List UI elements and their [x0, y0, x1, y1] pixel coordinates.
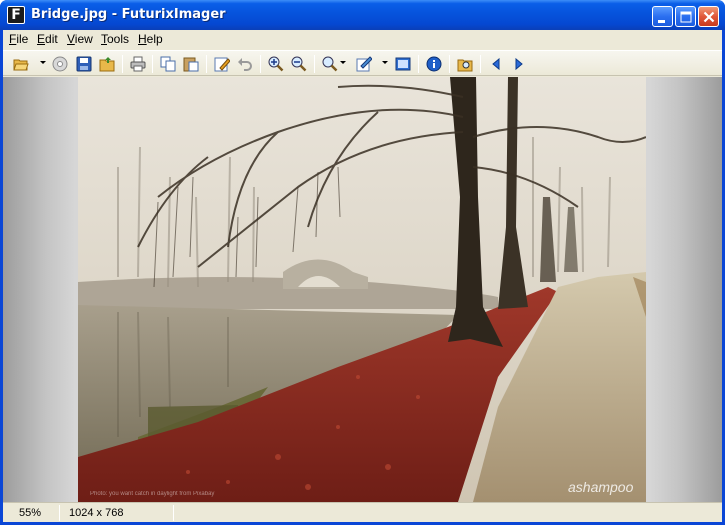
- undo-icon: [238, 58, 252, 71]
- close-button[interactable]: [698, 6, 719, 27]
- acquire-button[interactable]: [50, 54, 70, 74]
- menu-view[interactable]: View: [64, 32, 96, 47]
- scan-icon: [52, 56, 68, 72]
- zoom-dropdown-icon[interactable]: [340, 60, 346, 66]
- menu-bar: File Edit View Tools Help: [3, 30, 722, 49]
- zoom-menu-button[interactable]: [320, 54, 340, 74]
- window-client-area: File Edit View Tools Help ashampoo Photo…: [3, 30, 722, 522]
- zoom-in-button[interactable]: [266, 54, 286, 74]
- toolbar-separator: [260, 55, 261, 73]
- maximize-icon: [680, 11, 692, 23]
- zoom-out-button[interactable]: [289, 54, 309, 74]
- toolbar-separator: [418, 55, 419, 73]
- edit-button[interactable]: [212, 54, 232, 74]
- menu-help[interactable]: Help: [135, 32, 166, 47]
- zoom-level: 55%: [19, 507, 42, 519]
- bridge-photo: ashampoo Photo: you want catch in daylig…: [78, 77, 646, 502]
- undo-button[interactable]: [235, 54, 255, 74]
- toolbar-separator: [122, 55, 123, 73]
- next-button[interactable]: [509, 54, 529, 74]
- toolbar: [3, 50, 722, 76]
- minimize-icon: [658, 20, 665, 23]
- print-button[interactable]: [128, 54, 148, 74]
- toolbar-separator: [449, 55, 450, 73]
- menu-edit[interactable]: Edit: [34, 32, 61, 47]
- info-icon: [426, 56, 442, 72]
- zoom-out-icon: [291, 56, 307, 72]
- image-dimensions: 1024 x 768: [69, 507, 124, 519]
- window-title: Bridge.jpg - FuturixImager: [31, 7, 226, 22]
- copy-button[interactable]: [158, 54, 178, 74]
- close-icon: [703, 11, 715, 23]
- save-button[interactable]: [74, 54, 94, 74]
- adjust-button[interactable]: [354, 54, 374, 74]
- title-bar[interactable]: F Bridge.jpg - FuturixImager: [0, 0, 725, 30]
- image-viewport[interactable]: ashampoo Photo: you want catch in daylig…: [3, 77, 722, 502]
- fullscreen-icon: [395, 57, 411, 71]
- menu-file-label: ile: [16, 32, 29, 46]
- find-button[interactable]: [455, 54, 475, 74]
- open-folder-icon: [13, 59, 29, 71]
- app-window: F Bridge.jpg - FuturixImager File Edit V…: [0, 0, 725, 525]
- toolbar-separator: [480, 55, 481, 73]
- find-icon: [457, 59, 473, 72]
- menu-view-accel: V: [67, 32, 75, 46]
- image-watermark: ashampoo: [568, 479, 634, 495]
- image-caption: Photo: you want catch in daylight from P…: [90, 491, 214, 497]
- previous-button[interactable]: [486, 54, 506, 74]
- paste-icon: [183, 57, 199, 72]
- toolbar-separator: [314, 55, 315, 73]
- app-icon[interactable]: F: [7, 6, 25, 24]
- info-button[interactable]: [424, 54, 444, 74]
- status-bar: 55% 1024 x 768: [3, 502, 722, 522]
- displayed-image[interactable]: ashampoo Photo: you want catch in daylig…: [78, 77, 646, 502]
- toolbar-separator: [152, 55, 153, 73]
- minimize-button[interactable]: [652, 6, 673, 27]
- menu-tools-label: ools: [107, 32, 130, 46]
- adjust-icon: [356, 56, 372, 72]
- open-dropdown-icon[interactable]: [40, 60, 46, 66]
- menu-tools[interactable]: Tools: [98, 32, 132, 47]
- open-button[interactable]: [11, 54, 31, 74]
- toolbar-separator: [206, 55, 207, 73]
- status-separator: [173, 505, 174, 521]
- copy-icon: [160, 56, 176, 72]
- browse-button[interactable]: [97, 54, 117, 74]
- previous-icon: [492, 57, 500, 71]
- menu-file[interactable]: File: [6, 32, 31, 47]
- print-icon: [130, 56, 146, 72]
- fullscreen-button[interactable]: [393, 54, 413, 74]
- menu-edit-accel: E: [37, 32, 46, 46]
- menu-view-label: iew: [74, 32, 93, 46]
- edit-icon: [214, 57, 230, 72]
- menu-help-accel: H: [138, 32, 147, 46]
- status-separator: [59, 505, 60, 521]
- maximize-button[interactable]: [675, 6, 696, 27]
- browse-folder-icon: [99, 57, 115, 72]
- menu-help-label: elp: [146, 32, 163, 46]
- adjust-dropdown-icon[interactable]: [382, 60, 388, 66]
- next-icon: [515, 57, 523, 71]
- paste-button[interactable]: [181, 54, 201, 74]
- save-icon: [76, 56, 92, 72]
- zoom-in-icon: [268, 56, 284, 72]
- menu-edit-label: dit: [45, 32, 58, 46]
- zoom-icon: [322, 56, 338, 72]
